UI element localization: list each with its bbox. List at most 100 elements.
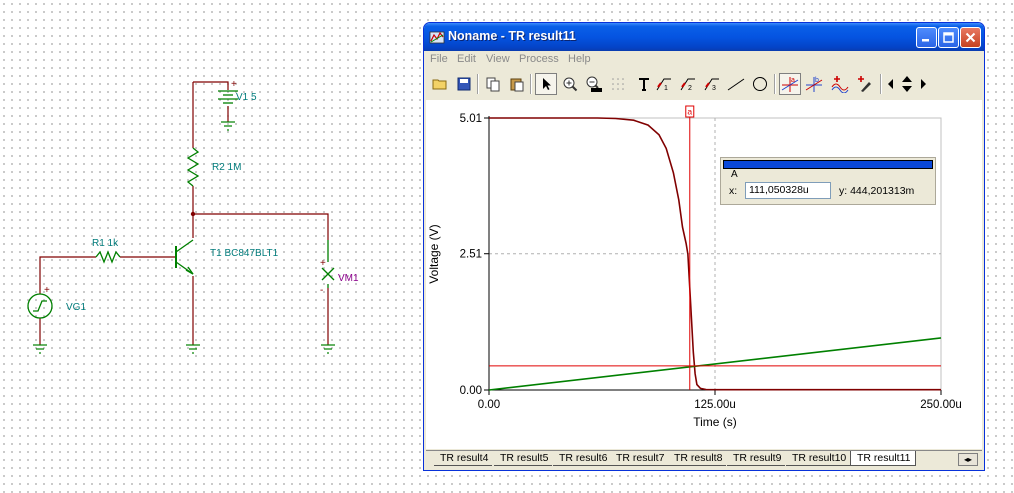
open-button[interactable] — [429, 73, 451, 95]
add-curve-button[interactable] — [829, 73, 851, 95]
transistor-t1-icon — [175, 239, 194, 275]
minimize-button[interactable] — [916, 27, 937, 48]
zoom-in-icon — [563, 77, 578, 92]
y-tick-label: 5.01 — [460, 113, 482, 125]
right-arrow-button[interactable] — [916, 73, 930, 95]
pointer-button[interactable] — [535, 73, 557, 95]
title-bar[interactable]: Noname - TR result11 — [424, 23, 984, 51]
tab-tr-result9[interactable]: TR result9 — [727, 451, 786, 466]
label-1-icon: 1 — [656, 78, 671, 92]
cursor-a-icon: a — [781, 77, 799, 92]
window-title: Noname - TR result11 — [448, 29, 576, 43]
menu-bar: File Edit View Process Help — [424, 51, 984, 69]
cursor-readout-panel[interactable]: A x: 111,050328u y: 444,201313m — [720, 157, 936, 205]
label-2-icon: 2 — [680, 78, 695, 92]
menu-process[interactable]: Process — [519, 53, 559, 65]
cursor-x-label: x: — [729, 185, 738, 197]
signal-generator-vg1-icon — [27, 293, 53, 319]
x-tick-label: 0.00 — [478, 399, 500, 411]
label-3-button[interactable]: 3 — [701, 73, 723, 95]
cursor-readout-titlebar[interactable] — [723, 160, 933, 169]
close-icon — [965, 32, 976, 43]
plot-area[interactable]: 0.00 125.00u 250.00u 0.00 2.51 5.01 Time (s) Vo… — [426, 100, 982, 449]
svg-text:a: a — [791, 77, 795, 84]
cursor-b-button[interactable]: b — [803, 73, 825, 95]
tab-tr-result6[interactable]: TR result6 — [553, 451, 612, 466]
minimize-icon — [922, 39, 929, 42]
save-icon — [457, 77, 471, 91]
tab-tr-result10[interactable]: TR result10 — [786, 451, 851, 466]
result-tabs: TR result4 TR result5 TR result6 TR resu… — [426, 450, 982, 469]
menu-edit[interactable]: Edit — [457, 53, 476, 65]
close-button[interactable] — [960, 27, 981, 48]
schematic-canvas[interactable]: + V1 5 R2 1M R1 1k T1 BC847BLT1 + VG1 + … — [0, 0, 420, 493]
cursor-x-input[interactable]: 111,050328u — [745, 182, 831, 199]
paste-icon — [510, 78, 524, 92]
tab-tr-result7[interactable]: TR result7 — [610, 451, 669, 466]
ground-icon — [321, 344, 335, 354]
y-axis-label: Voltage (V) — [427, 224, 441, 283]
grid-icon — [612, 78, 624, 90]
wire-v1-top — [193, 81, 229, 90]
updown-arrow-icon — [902, 76, 912, 92]
cursor-a-button[interactable]: a — [779, 73, 801, 95]
label-2-button[interactable]: 2 — [677, 73, 699, 95]
chart-svg[interactable]: 0.00 125.00u 250.00u 0.00 2.51 5.01 Time (s) Vo… — [426, 100, 982, 449]
label-3-icon: 3 — [704, 78, 719, 92]
resistor-r1-icon — [95, 250, 121, 264]
svg-text:1: 1 — [664, 85, 668, 92]
circle-icon — [753, 77, 767, 91]
x-tick-label: 250.00u — [920, 399, 962, 411]
left-arrow-icon — [888, 79, 893, 89]
r2-label: R2 1M — [212, 162, 241, 173]
svg-text:b: b — [815, 77, 819, 84]
circle-button[interactable] — [749, 73, 771, 95]
tab-tr-result8[interactable]: TR result8 — [668, 451, 727, 466]
menu-view[interactable]: View — [486, 53, 510, 65]
v1-label: V1 5 — [236, 92, 257, 103]
zoom-100-icon — [586, 76, 602, 92]
pen-button[interactable] — [853, 73, 875, 95]
maximize-button[interactable] — [938, 27, 959, 48]
copy-icon — [486, 77, 500, 92]
add-curve-icon — [831, 76, 849, 93]
tr-result-window[interactable]: Noname - TR result11 File Edit View Proc… — [423, 22, 985, 471]
tab-tr-result5[interactable]: TR result5 — [494, 451, 553, 466]
vm1-plus-label: + — [320, 258, 326, 269]
tab-scroll-button[interactable]: ◂▸ — [958, 453, 978, 466]
line-button[interactable] — [725, 73, 747, 95]
save-button[interactable] — [453, 73, 475, 95]
svg-text:3: 3 — [712, 85, 716, 92]
open-icon — [432, 79, 447, 90]
battery-v1-icon — [218, 90, 238, 104]
r1-label: R1 1k — [92, 238, 119, 249]
vg1-label: VG1 — [66, 302, 86, 313]
cursor-name: A — [731, 169, 738, 180]
cursor-b-icon: b — [805, 77, 823, 92]
grid-button[interactable] — [607, 73, 629, 95]
cursor-marker-label: a — [687, 107, 692, 117]
text-button[interactable] — [633, 73, 655, 95]
x-axis-label: Time (s) — [693, 415, 737, 429]
resistor-r2-icon — [186, 147, 200, 187]
zoom-100-button[interactable] — [583, 73, 605, 95]
updown-arrow-button[interactable] — [898, 73, 916, 95]
y-tick-label: 0.00 — [460, 385, 482, 397]
line-icon — [727, 78, 745, 91]
copy-button[interactable] — [482, 73, 504, 95]
left-arrow-button[interactable] — [884, 73, 898, 95]
pointer-icon — [543, 78, 551, 90]
menu-file[interactable]: File — [430, 53, 448, 65]
wire-collector-vm1 — [193, 213, 329, 240]
paste-button[interactable] — [506, 73, 528, 95]
junction-dot — [190, 211, 196, 217]
tab-tr-result11[interactable]: TR result11 — [850, 451, 916, 466]
tab-tr-result4[interactable]: TR result4 — [434, 451, 493, 466]
zoom-in-button[interactable] — [559, 73, 581, 95]
t1-label: T1 BC847BLT1 — [210, 248, 279, 259]
menu-help[interactable]: Help — [568, 53, 591, 65]
app-icon — [429, 31, 445, 44]
label-1-button[interactable]: 1 — [653, 73, 675, 95]
v1-plus-label: + — [231, 79, 237, 90]
pen-icon — [858, 76, 871, 92]
